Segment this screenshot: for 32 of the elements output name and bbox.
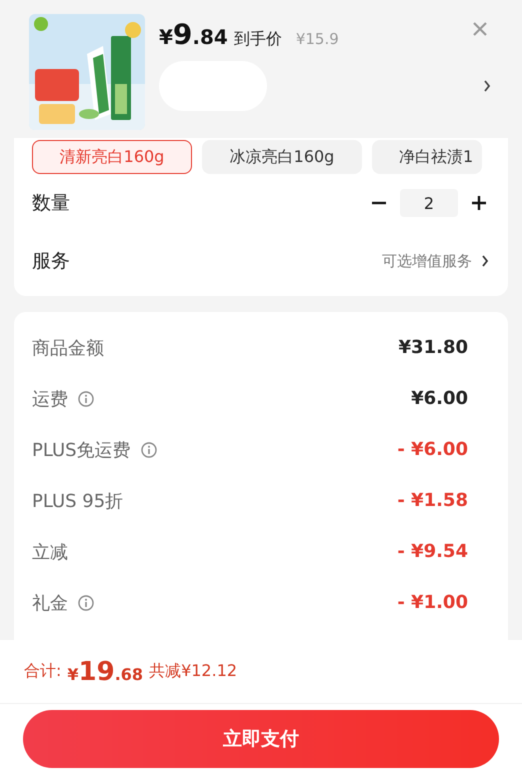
chevron-right-icon[interactable]: [482, 78, 492, 94]
total-label: 合计:: [24, 661, 62, 682]
variant-option[interactable]: 净白祛渍1: [372, 140, 482, 174]
fee-label: 商品金额: [32, 336, 104, 360]
quantity-field[interactable]: 2: [400, 189, 458, 217]
total-amount: ¥19.68: [67, 656, 144, 686]
service-hint[interactable]: 可选增值服务: [382, 252, 472, 270]
saved-amount: 共减¥12.12: [149, 661, 238, 682]
info-icon[interactable]: [78, 390, 94, 406]
fee-label: PLUS 95折: [32, 490, 124, 512]
fee-label: PLUS免运费: [32, 438, 131, 462]
price-label: 到手价: [234, 29, 282, 50]
fee-label: 立减: [32, 540, 68, 564]
service-label: 服务: [32, 249, 70, 274]
quantity-label: 数量: [32, 191, 70, 216]
fee-amount: - ¥6.00: [397, 439, 468, 460]
original-price: ¥15.9: [296, 30, 339, 48]
fee-amount: - ¥1.58: [397, 490, 468, 511]
fee-label: 运费: [32, 388, 68, 410]
info-icon[interactable]: [78, 594, 94, 610]
variant-option[interactable]: 清新亮白160g: [32, 140, 192, 174]
fee-amount: - ¥1.00: [397, 592, 468, 613]
info-icon[interactable]: [140, 442, 157, 458]
variant-option[interactable]: 冰凉亮白160g: [202, 140, 362, 174]
pay-button[interactable]: 立即支付: [23, 710, 499, 768]
chevron-right-icon[interactable]: [480, 253, 490, 269]
fee-label: 礼金: [32, 592, 68, 614]
price: ¥9.84: [159, 18, 228, 51]
fee-amount: - ¥9.54: [397, 541, 468, 562]
fee-amount: ¥31.80: [398, 337, 468, 358]
fee-amount: ¥6.00: [411, 388, 468, 409]
close-icon[interactable]: [472, 21, 488, 37]
